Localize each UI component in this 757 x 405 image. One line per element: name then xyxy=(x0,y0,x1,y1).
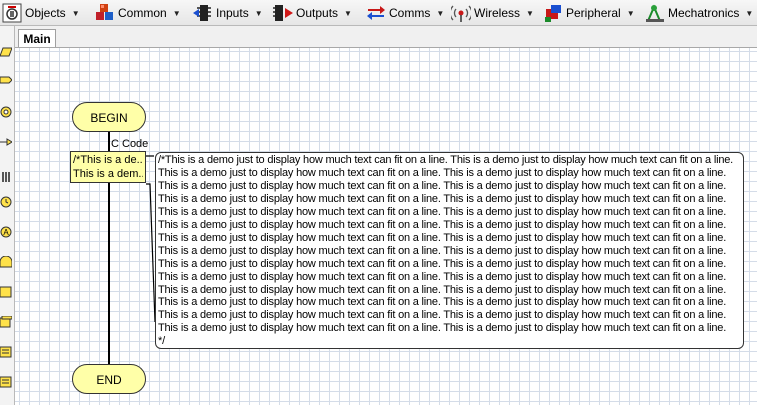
circle-gear-icon[interactable] xyxy=(0,106,12,118)
ccode-expanded-view[interactable]: /*This is a demo just to display how muc… xyxy=(155,152,744,349)
end-block[interactable]: END xyxy=(72,364,146,394)
half-round-icon[interactable] xyxy=(0,256,12,268)
code-line: This is a demo just to display how much … xyxy=(158,322,727,335)
code-line: This is a demo just to display how much … xyxy=(158,192,727,205)
connector-arrow-icon[interactable] xyxy=(0,136,12,148)
code-lines: /*This is a demo just to display how muc… xyxy=(158,154,743,348)
code-line: This is a demo just to display how much … xyxy=(158,244,727,257)
flowchart-canvas[interactable]: BEGIN C Code /*This is a de... This is a… xyxy=(15,48,757,405)
chevron-down-icon[interactable]: ▼ xyxy=(72,9,80,18)
bars-icon[interactable] xyxy=(0,171,12,183)
stacked-block-icon[interactable] xyxy=(0,316,12,328)
svg-text:A: A xyxy=(3,228,9,237)
chip-input-icon xyxy=(193,3,213,23)
toolbar-inputs-label: Inputs xyxy=(216,6,249,20)
list-block-icon[interactable] xyxy=(0,346,12,358)
begin-block[interactable]: BEGIN xyxy=(72,102,146,132)
code-line: This is a demo just to display how much … xyxy=(158,283,727,296)
chevron-down-icon[interactable]: ▼ xyxy=(344,9,352,18)
chip-output-icon xyxy=(273,3,293,23)
list-block-icon[interactable] xyxy=(0,376,12,388)
input-parallelogram-icon[interactable] xyxy=(0,46,12,58)
code-line: This is a demo just to display how much … xyxy=(158,231,727,244)
output-shape-icon[interactable] xyxy=(0,74,12,86)
toolbar-outputs[interactable]: Outputs ▼ xyxy=(273,2,352,24)
chevron-down-icon[interactable]: ▼ xyxy=(255,9,263,18)
toolbar-mechatronics[interactable]: Mechatronics ▼ xyxy=(645,2,753,24)
comms-arrows-icon xyxy=(366,3,386,23)
toolbar-outputs-label: Outputs xyxy=(296,6,339,20)
chevron-down-icon[interactable]: ▼ xyxy=(627,9,635,18)
ccode-preview-line: This is a dem... xyxy=(73,168,143,180)
annotation-a-icon[interactable]: A xyxy=(0,226,12,238)
tab-main[interactable]: Main xyxy=(18,29,56,47)
toolbar-peripheral-label: Peripheral xyxy=(566,6,621,20)
code-line: This is a demo just to display how much … xyxy=(158,179,727,192)
toolbar-objects[interactable]: Objects ▼ xyxy=(2,2,80,24)
code-line: This is a demo just to display how much … xyxy=(158,257,727,270)
toolbar-comms-label: Comms xyxy=(389,6,431,20)
ccode-label: C Code xyxy=(111,138,149,150)
wireless-icon xyxy=(449,3,473,23)
chevron-down-icon[interactable]: ▼ xyxy=(173,9,181,18)
chevron-down-icon[interactable]: ▼ xyxy=(745,9,753,18)
mechatronics-icon xyxy=(645,3,665,23)
clock-icon[interactable] xyxy=(0,196,12,208)
code-line: /*This is a demo just to display how muc… xyxy=(158,154,734,166)
peripheral-icon xyxy=(543,3,563,23)
toolbar-common[interactable]: Common ▼ xyxy=(95,2,181,24)
code-line: This is a demo just to display how much … xyxy=(158,166,727,179)
cubes-icon xyxy=(95,3,115,23)
component-toolbar: Objects ▼ Common ▼ Inputs ▼ Outputs ▼ Co… xyxy=(0,0,757,26)
toolbar-objects-label: Objects xyxy=(25,6,66,20)
ccode-preview-line: /*This is a de... xyxy=(73,154,143,166)
ccode-block[interactable]: /*This is a de... This is a dem... xyxy=(70,151,146,183)
code-line: This is a demo just to display how much … xyxy=(158,309,727,322)
toolbar-common-label: Common xyxy=(118,6,167,20)
toolbar-comms[interactable]: Comms ▼ xyxy=(366,2,444,24)
toolbar-wireless[interactable]: Wireless ▼ xyxy=(449,2,534,24)
code-line: This is a demo just to display how much … xyxy=(158,205,727,218)
tab-bar: Main xyxy=(0,26,757,48)
code-line: This is a demo just to display how much … xyxy=(158,270,727,283)
toolbar-peripheral[interactable]: Peripheral ▼ xyxy=(543,2,635,24)
chevron-down-icon[interactable]: ▼ xyxy=(436,9,444,18)
code-line: This is a demo just to display how much … xyxy=(158,296,727,309)
code-line: */ xyxy=(158,335,165,348)
icon-palette: A xyxy=(0,26,15,405)
toolbar-inputs[interactable]: Inputs ▼ xyxy=(193,2,263,24)
code-line: This is a demo just to display how much … xyxy=(158,218,727,231)
block-icon[interactable] xyxy=(0,286,12,298)
toolbar-wireless-label: Wireless xyxy=(474,6,521,20)
toolbar-mechatronics-label: Mechatronics xyxy=(668,6,740,20)
chevron-down-icon[interactable]: ▼ xyxy=(526,9,534,18)
objects-icon xyxy=(2,3,22,23)
